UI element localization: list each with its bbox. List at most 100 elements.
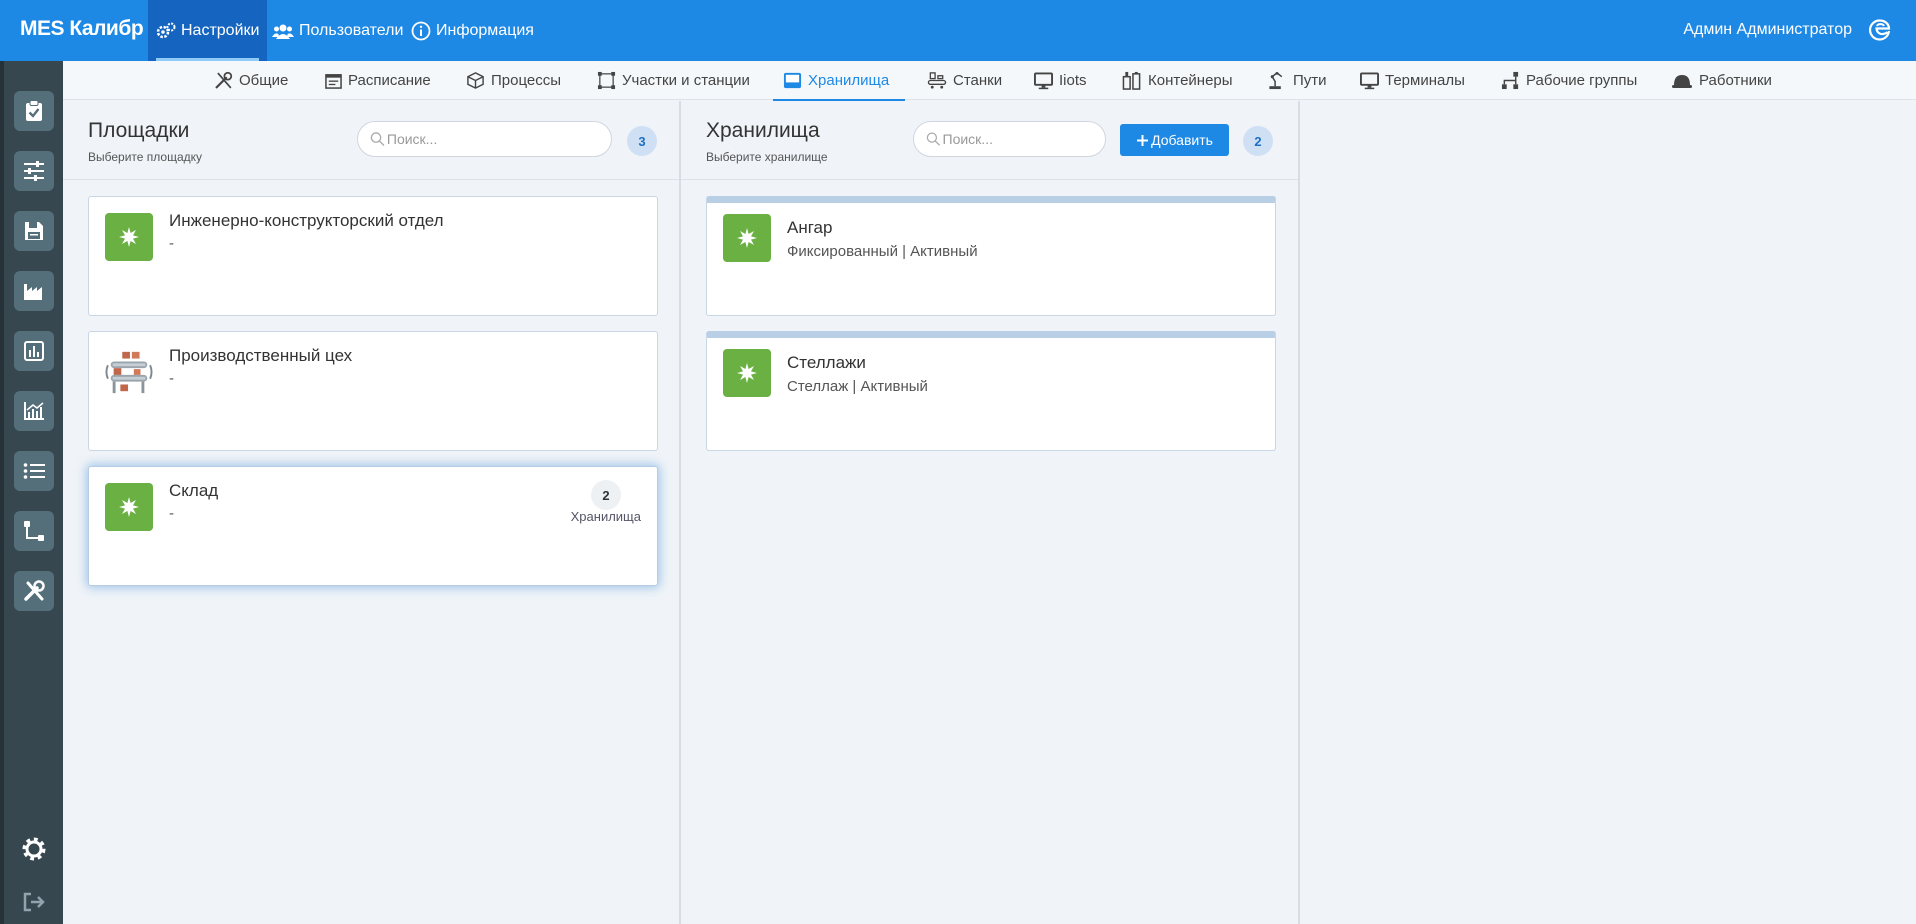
robot-arm-icon [1269,71,1283,90]
storage-card[interactable]: Ангар Фиксированный | Активный [706,196,1276,316]
info-icon [411,21,431,40]
tab-label: Станки [953,72,1003,89]
storages-subtitle: Выберите хранилище [706,150,828,164]
sidebar-item-analytics[interactable] [14,391,54,431]
tab-label: Пути [1293,72,1327,89]
search-icon [370,132,385,146]
tab-label: Хранилища [808,72,890,89]
containers-icon [1122,71,1141,90]
tab-processes[interactable]: Процессы [466,61,561,100]
storages-header: Хранилища Выберите хранилище Добавить 2 [681,101,1298,180]
plus-icon [1137,134,1149,146]
tab-general[interactable]: Общие [214,61,288,100]
line-chart-icon [24,402,44,420]
add-storage-button[interactable]: Добавить [1120,124,1229,156]
settings-tabs: Общие Расписание Процессы Участки и стан… [63,61,1916,101]
sidebar-item-tasks[interactable] [14,91,54,131]
tools-icon [24,580,45,601]
conveyor-illustration-icon [105,348,153,396]
inbox-icon [783,72,802,89]
factory-icon [24,284,42,300]
storage-subtitle: Стеллаж | Активный [787,378,928,395]
tab-label: Контейнеры [1148,72,1233,89]
tab-containers[interactable]: Контейнеры [1122,61,1233,100]
clipboard-check-icon [26,100,42,121]
star-burst-icon [723,214,771,262]
users-icon [272,24,294,39]
tools-icon [215,71,233,89]
nav-users-label: Пользователи [299,21,404,39]
storage-count-badge: 2 [591,480,621,510]
site-card-selected[interactable]: Склад - 2 Хранилища [88,466,658,586]
sidebar-item-save[interactable] [14,211,54,251]
user-name[interactable]: Админ Администратор [1683,21,1852,39]
storages-search-input[interactable] [942,131,1105,147]
sidebar-item-logout[interactable] [18,886,50,918]
sidebar-item-routes[interactable] [14,511,54,551]
storage-subtitle: Фиксированный | Активный [787,243,978,260]
sites-count-badge: 3 [627,126,657,156]
desktop-icon [1360,71,1379,89]
app-brand[interactable]: MES Калибр [20,17,144,41]
sidebar-item-settings[interactable] [18,833,50,865]
tab-label: Работники [1699,72,1772,89]
add-storage-label: Добавить [1151,132,1213,148]
tab-label: Расписание [348,72,431,89]
tab-areas-stations[interactable]: Участки и станции [597,61,750,100]
site-title: Производственный цех [169,346,353,365]
calendar-icon [325,74,342,89]
sidebar-item-reports[interactable] [14,331,54,371]
nav-users[interactable]: Пользователи [264,0,411,61]
sliders-icon [24,161,44,181]
tab-label: Iiots [1059,72,1087,89]
sites-search-input[interactable] [386,131,611,147]
sidebar-item-tools[interactable] [14,571,54,611]
vector-square-icon [597,71,616,90]
top-bar: MES Калибр Настройки Пользователи Информ… [0,0,1916,61]
star-burst-icon [105,213,153,261]
site-subtitle: - [169,370,174,387]
tab-paths[interactable]: Пути [1267,61,1327,100]
tab-storages[interactable]: Хранилища [772,61,906,101]
sites-panel: Площадки Выберите площадку 3 Инженерно-к… [63,101,681,924]
nav-settings[interactable]: Настройки [148,0,268,61]
network-icon [1501,71,1519,90]
sidebar-item-list[interactable] [14,451,54,491]
site-subtitle: - [169,505,174,522]
tab-iiots[interactable]: Iiots [1034,61,1087,100]
tab-label: Терминалы [1385,72,1465,89]
route-icon [24,521,44,541]
tab-label: Рабочие группы [1526,72,1638,89]
list-icon [23,463,45,479]
nav-info[interactable]: Информация [403,0,542,61]
storage-title: Ангар [787,218,833,237]
edge-icon[interactable] [1868,18,1892,42]
storages-panel: Хранилища Выберите хранилище Добавить 2 … [681,101,1300,924]
search-icon [926,132,941,146]
settings-icon [22,837,46,861]
tab-label: Процессы [491,72,562,89]
sites-search[interactable] [357,121,612,157]
sites-title: Площадки [88,119,190,142]
tab-machines[interactable]: Станки [927,61,1002,100]
site-card[interactable]: Производственный цех - [88,331,658,451]
storages-search[interactable] [913,121,1106,157]
save-icon [25,222,43,240]
storage-count-label: Хранилища [570,509,641,524]
sidebar-item-sliders[interactable] [14,151,54,191]
monitor-icon [1034,71,1053,89]
storage-card[interactable]: Стеллажи Стеллаж | Активный [706,331,1276,451]
nav-settings-label: Настройки [181,21,260,39]
tab-schedule[interactable]: Расписание [325,61,431,100]
site-card[interactable]: Инженерно-конструкторский отдел - [88,196,658,316]
site-title: Склад [169,481,219,500]
sites-header: Площадки Выберите площадку 3 [63,101,679,180]
sidebar [0,61,63,924]
gears-icon [156,22,176,38]
tab-workgroups[interactable]: Рабочие группы [1501,61,1637,100]
sidebar-item-production[interactable] [14,271,54,311]
star-burst-icon [105,483,153,531]
tab-terminals[interactable]: Терминалы [1360,61,1465,100]
tab-workers[interactable]: Работники [1671,61,1772,100]
storage-title: Стеллажи [787,353,866,372]
